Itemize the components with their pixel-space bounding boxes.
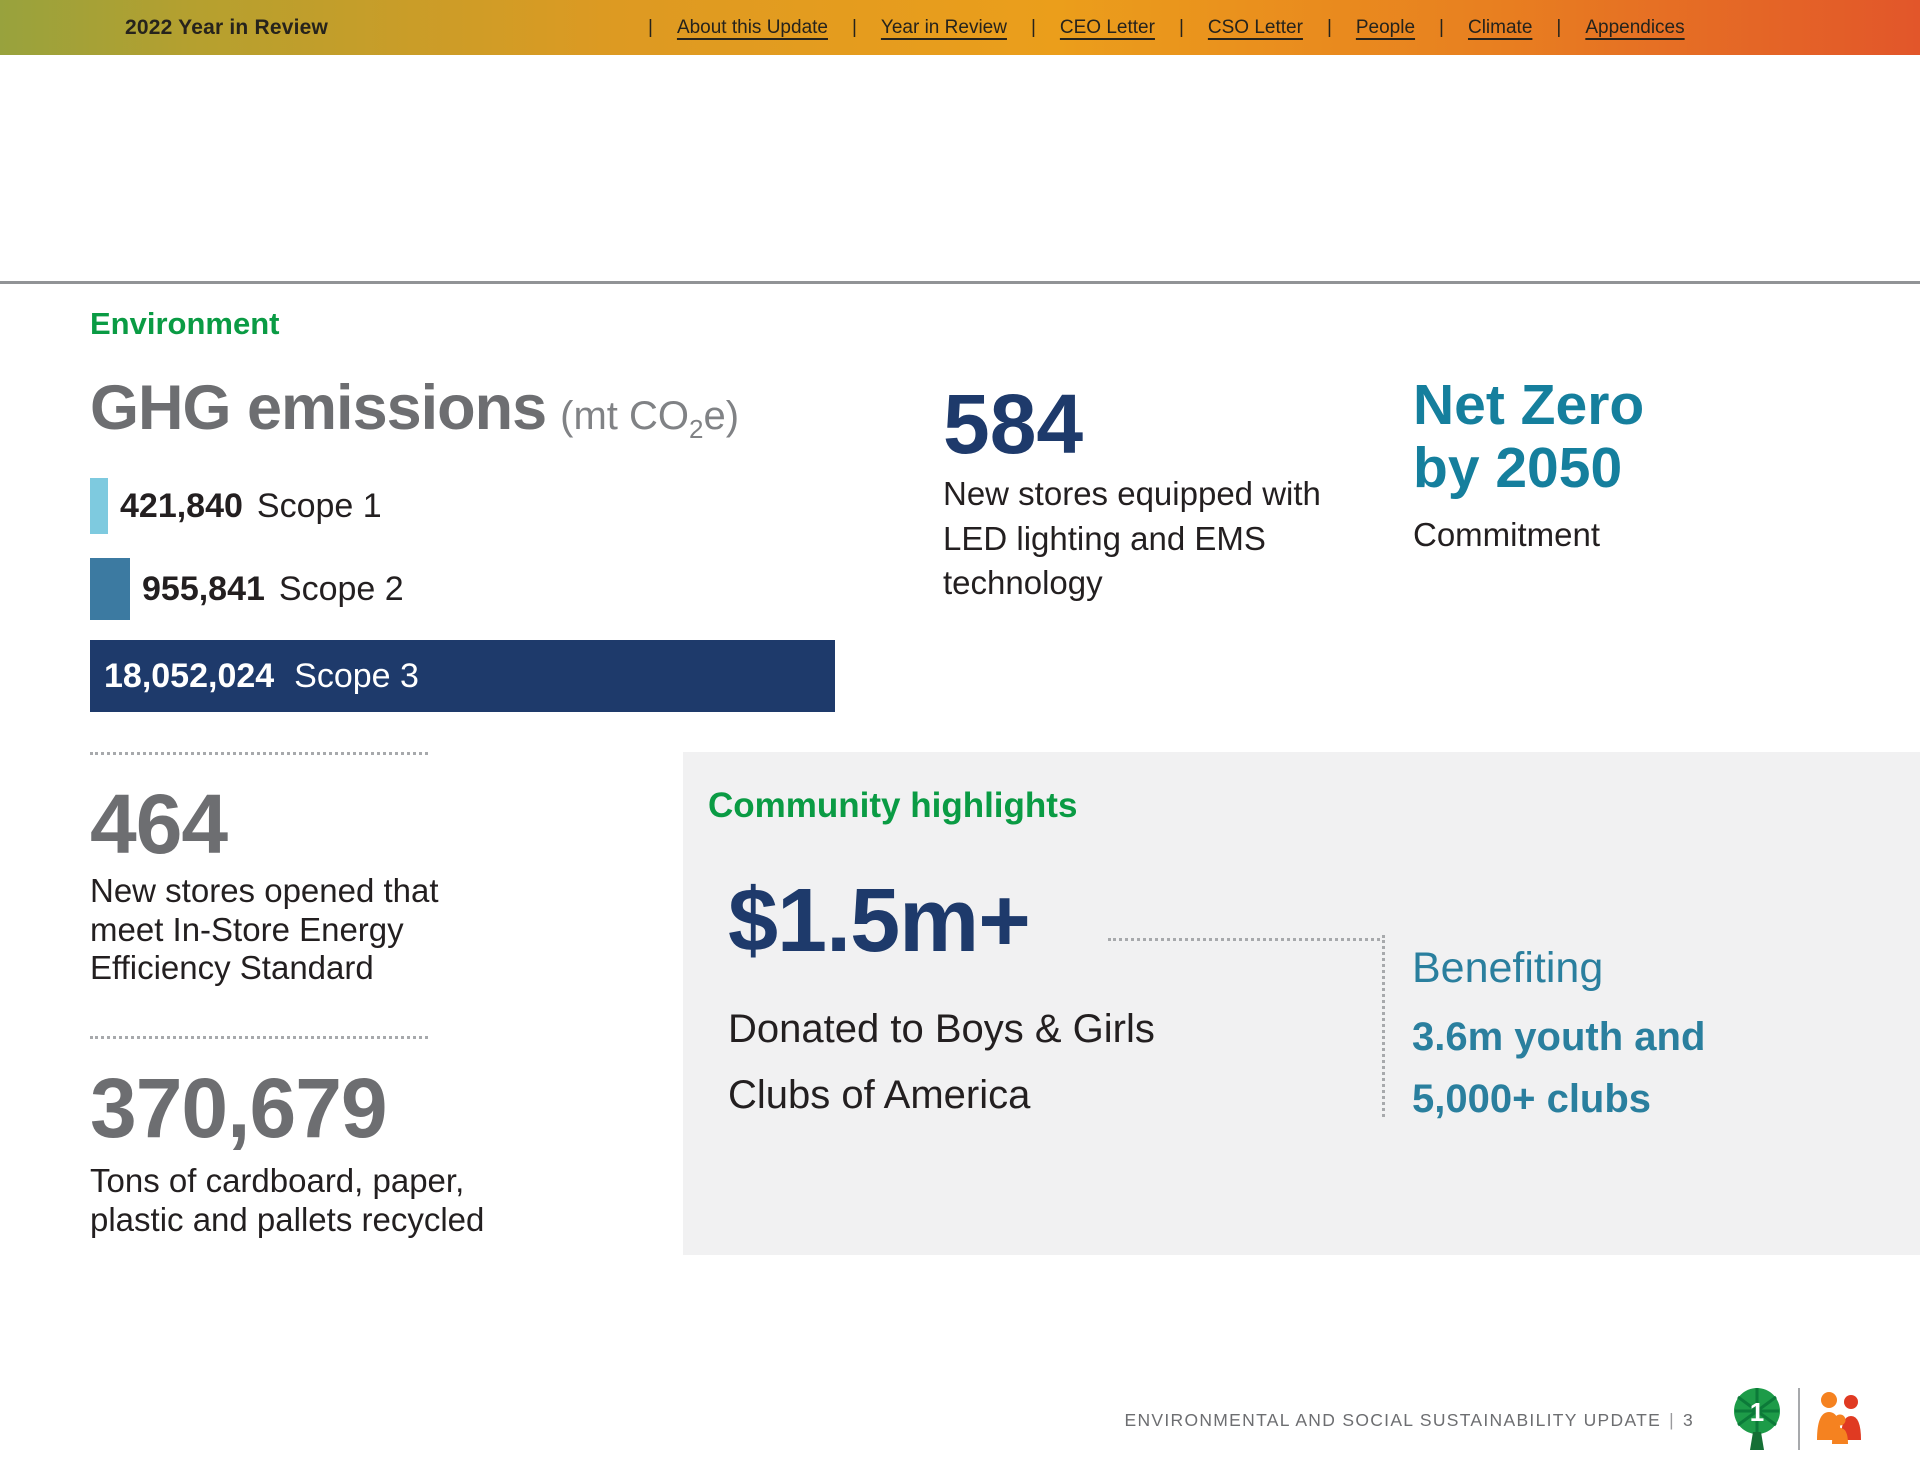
dotted-divider [90,752,428,755]
scope1-value: 421,840 [120,487,243,526]
net-zero-subtitle: Commitment [1413,516,1600,554]
footer-page-number: 3 [1683,1410,1694,1430]
nav-separator: | [852,17,857,39]
ghg-emissions-title: GHG emissions (mt CO2e) [90,372,739,445]
ghg-bar-row-scope1: 421,840 Scope 1 [90,478,382,534]
scope3-label: Scope 3 [294,657,419,696]
net-zero-title: Net Zero by 2050 [1413,374,1703,499]
nav-separator: | [1327,17,1332,39]
nav-link-about-this-update[interactable]: About this Update [677,17,828,39]
nav-separator: | [648,17,653,39]
ghg-bar-row-scope3: 18,052,024 Scope 3 [90,640,835,712]
brand-logos: 1 [1726,1384,1870,1454]
donation-amount: $1.5m+ [728,876,1030,966]
nav-link-appendices[interactable]: Appendices [1585,17,1684,39]
section-label-environment: Environment [90,306,279,342]
nav-link-year-in-review[interactable]: Year in Review [881,17,1007,39]
scope3-value: 18,052,024 [104,657,274,696]
scope2-label: Scope 2 [279,570,404,609]
footer-label: ENVIRONMENTAL AND SOCIAL SUSTAINABILITY … [1124,1410,1661,1430]
ghg-bar-row-scope2: 955,841 Scope 2 [90,558,404,620]
nav-link-ceo-letter[interactable]: CEO Letter [1060,17,1155,39]
dotted-divider [90,1036,428,1039]
ghg-unit: (mt CO2e) [560,394,739,438]
dollar-tree-logo: 1 [1726,1384,1788,1454]
scope2-bar [90,558,130,620]
dotted-vertical-divider [1382,935,1385,1117]
family-dollar-logo [1810,1384,1870,1454]
benefiting-value: 3.6m youth and 5,000+ clubs [1412,1006,1792,1130]
report-title: 2022 Year in Review [125,0,328,55]
stat-584-label: New stores equipped with LED lighting an… [943,472,1323,606]
scope1-label: Scope 1 [257,487,382,526]
stat-464-number: 464 [90,782,227,866]
donation-label: Donated to Boys & Girls Clubs of America [728,996,1208,1128]
dotted-connector [1108,938,1380,941]
footer-separator: | [1669,1410,1675,1430]
report-page: 2022 Year in Review | About this Update … [0,0,1920,1474]
nav-separator: | [1439,17,1444,39]
logo-divider [1798,1388,1800,1450]
nav-separator: | [1556,17,1561,39]
nav-separator: | [1031,17,1036,39]
footer-caption: ENVIRONMENTAL AND SOCIAL SUSTAINABILITY … [1124,1410,1694,1431]
benefiting-label: Benefiting [1412,944,1603,993]
ghg-title-text: GHG emissions [90,373,546,443]
community-heading: Community highlights [708,786,1077,826]
nav-link-climate[interactable]: Climate [1468,17,1532,39]
stat-recycled-label: Tons of cardboard, paper, plastic and pa… [90,1162,550,1239]
header-divider [0,281,1920,284]
scope1-bar [90,478,108,534]
scope2-value: 955,841 [142,570,265,609]
stat-464-label: New stores opened that meet In-Store Ene… [90,872,510,988]
nav-separator: | [1179,17,1184,39]
stat-recycled-number: 370,679 [90,1066,387,1150]
svg-text:1: 1 [1750,1397,1764,1427]
stat-584-number: 584 [943,382,1083,466]
scope3-bar: 18,052,024 Scope 3 [90,640,835,712]
top-nav: | About this Update | Year in Review | C… [648,0,1685,55]
top-bar: 2022 Year in Review | About this Update … [0,0,1920,55]
nav-link-cso-letter[interactable]: CSO Letter [1208,17,1303,39]
nav-link-people[interactable]: People [1356,17,1415,39]
